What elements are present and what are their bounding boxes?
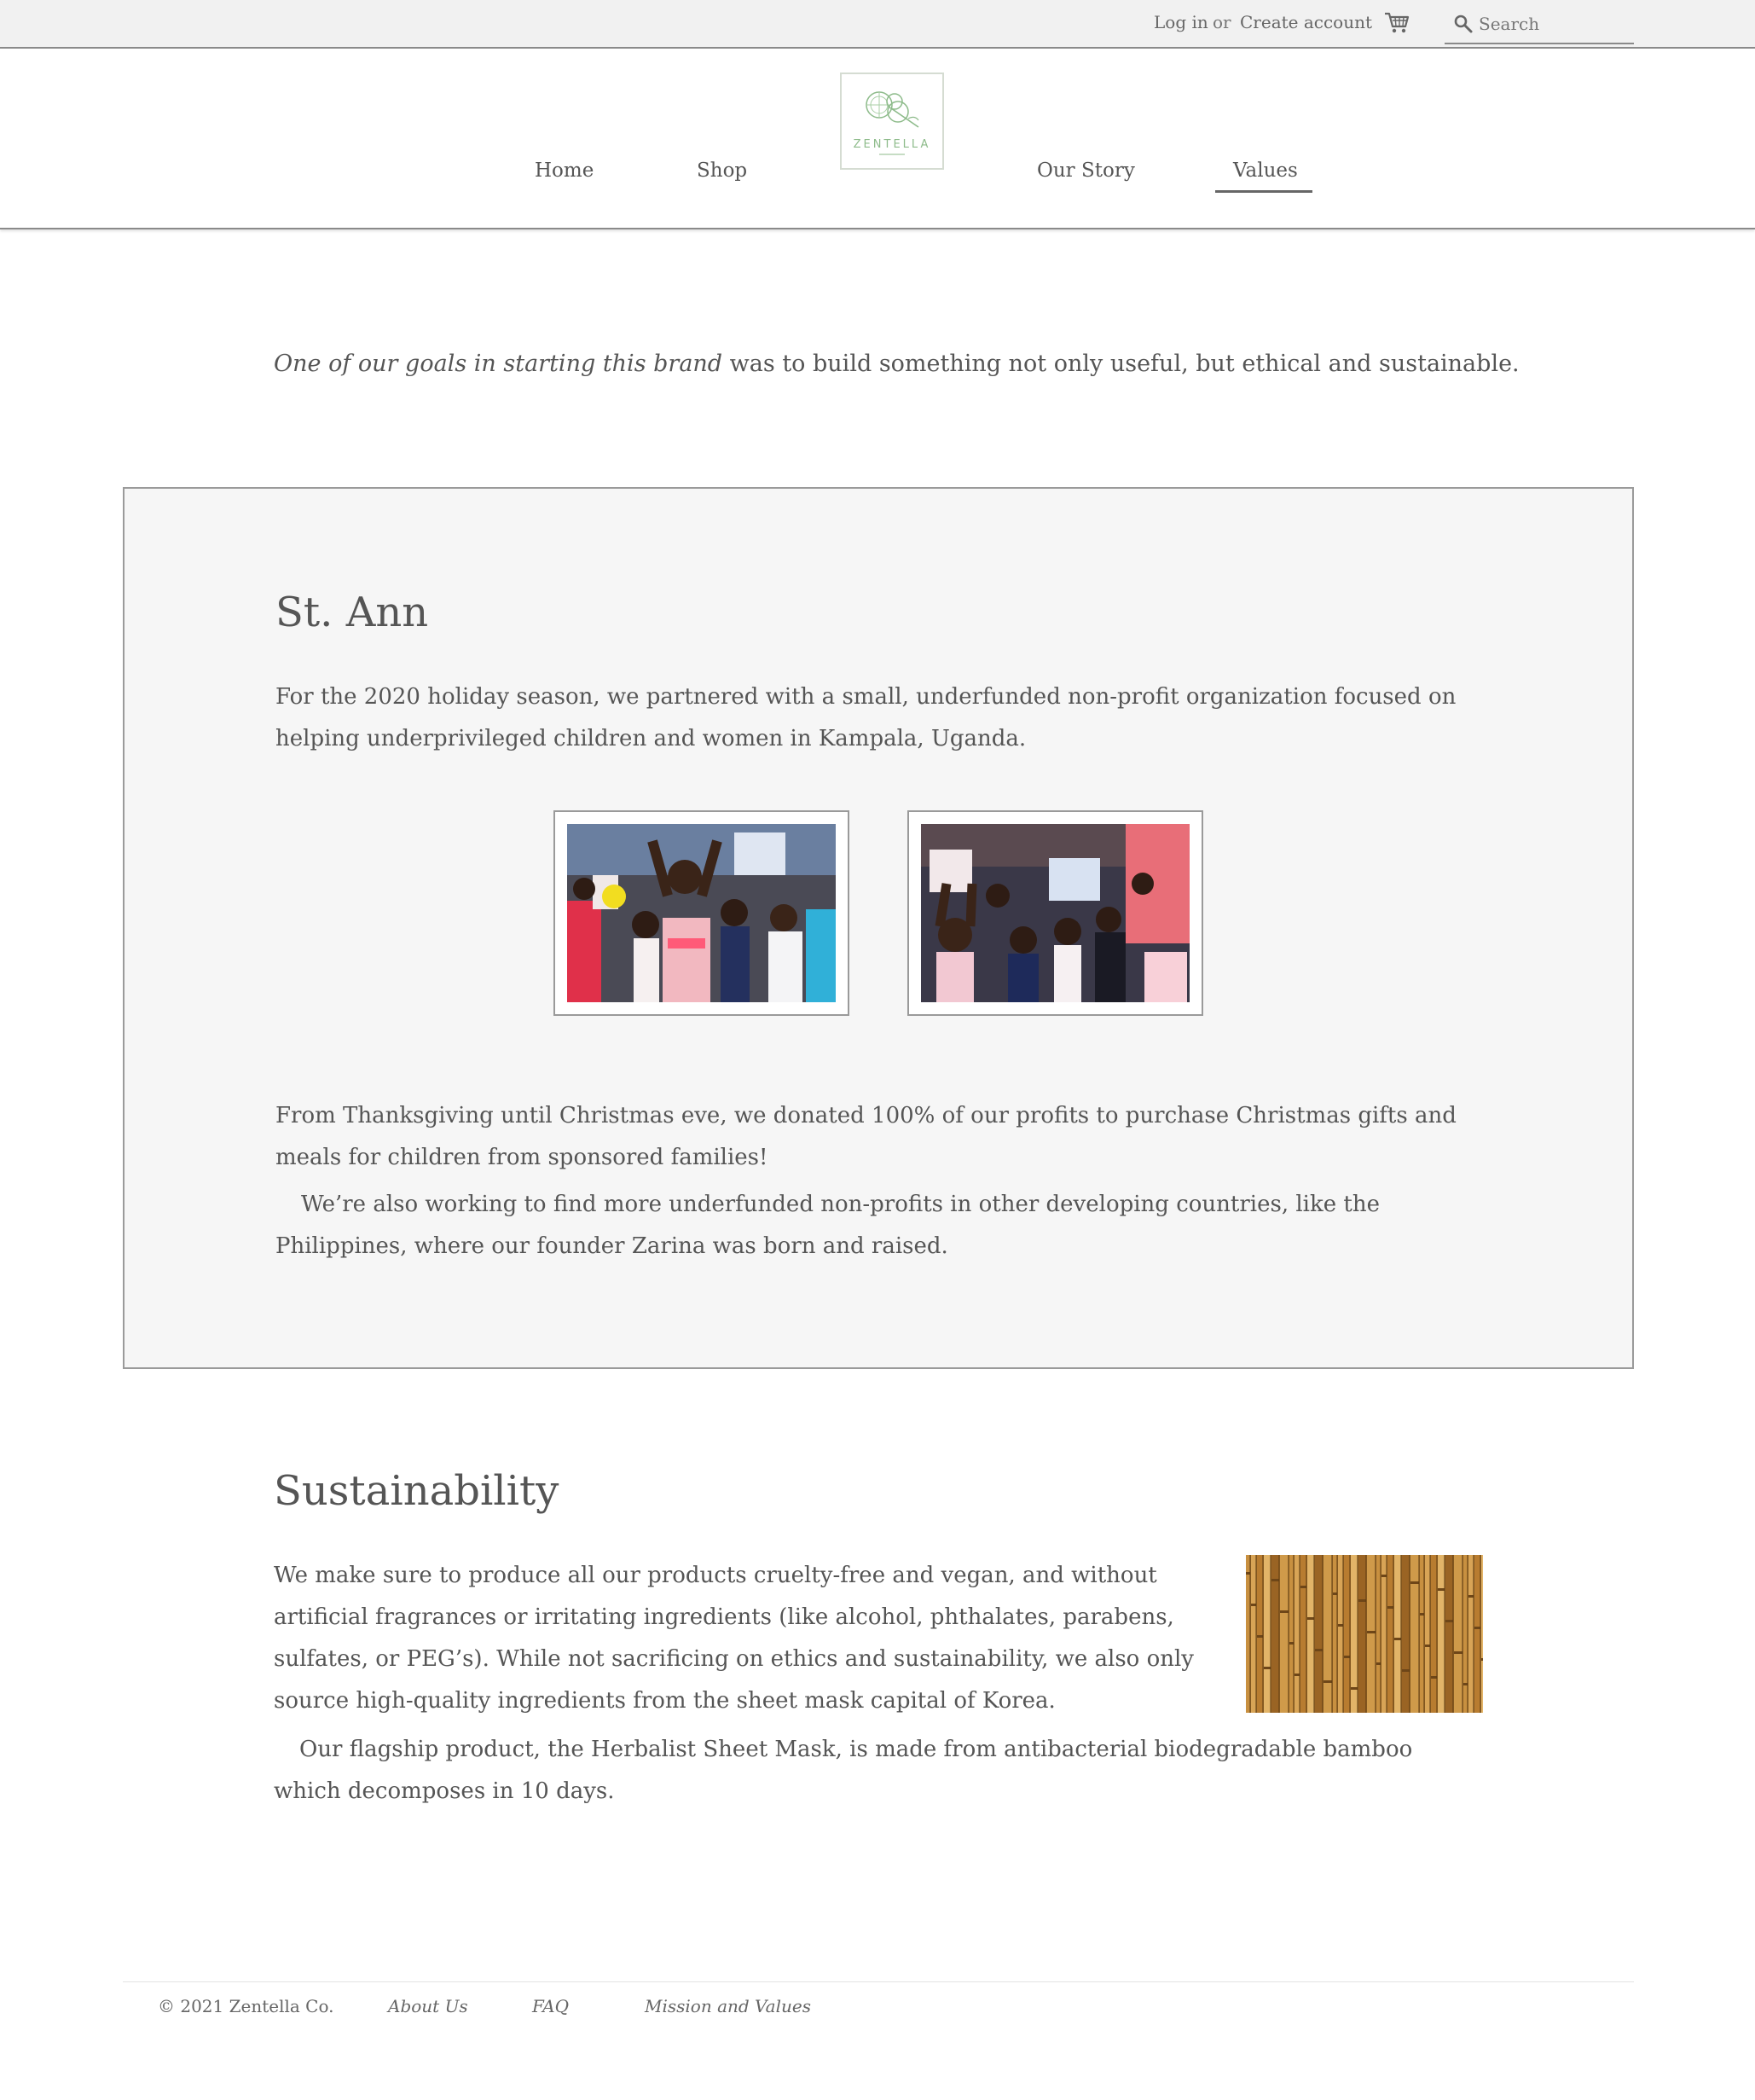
footer-divider [123, 1981, 1634, 1982]
footer-link-about-us[interactable]: About Us [388, 1996, 468, 2016]
intro-rest: was to build something not only useful, … [722, 351, 1520, 377]
footer-link-mission-and-values[interactable]: Mission and Values [645, 1996, 811, 2016]
logo-text: ZENTELLA [854, 138, 931, 151]
footer-link-faq[interactable]: FAQ [532, 1996, 569, 2016]
active-nav-underline [1215, 190, 1312, 193]
nav-home[interactable]: Home [535, 160, 594, 182]
nav-shop[interactable]: Shop [697, 160, 747, 182]
st-ann-section: St. Ann For the 2020 holiday season, we … [123, 487, 1634, 1369]
nav-our-story[interactable]: Our Story [1037, 160, 1135, 182]
sustainability-paragraph-2: Our flagship product, the Herbalist Shee… [274, 1737, 1413, 1804]
intro-italic: One of our goals in starting this brand [274, 351, 723, 377]
children-photo-1-image [567, 824, 836, 1002]
nav-values[interactable]: Values [1233, 160, 1298, 182]
site-header: ZENTELLA Home Shop Our Story Values [0, 49, 1755, 229]
search-box[interactable] [1445, 9, 1634, 44]
children-photo-1[interactable] [553, 810, 849, 1016]
login-link[interactable]: Log in [1154, 12, 1208, 32]
search-input[interactable] [1479, 12, 1629, 36]
top-utility-bar: Log in or Create account [0, 0, 1755, 49]
st-ann-title: St. Ann [275, 589, 429, 636]
search-icon[interactable] [1453, 14, 1474, 34]
st-ann-paragraph-3: We’re also working to find more underfun… [275, 1192, 1380, 1259]
children-photo-2-image [921, 824, 1190, 1002]
bamboo-image [1246, 1555, 1483, 1713]
or-separator: or [1213, 12, 1231, 32]
create-account-link[interactable]: Create account [1240, 12, 1372, 32]
children-photo-2[interactable] [907, 810, 1203, 1016]
cart-icon[interactable] [1383, 10, 1410, 34]
footer-copyright: © 2021 Zentella Co. [158, 1996, 334, 2016]
intro-text: One of our goals in starting this brand … [274, 351, 1520, 377]
sustainability-paragraph-1: We make sure to produce all our products… [274, 1563, 1194, 1714]
st-ann-paragraph-1: For the 2020 holiday season, we partnere… [275, 684, 1457, 751]
zentella-logo[interactable]: ZENTELLA [840, 73, 944, 170]
st-ann-paragraph-2: From Thanksgiving until Christmas eve, w… [275, 1103, 1457, 1170]
sustainability-title: Sustainability [274, 1467, 559, 1515]
